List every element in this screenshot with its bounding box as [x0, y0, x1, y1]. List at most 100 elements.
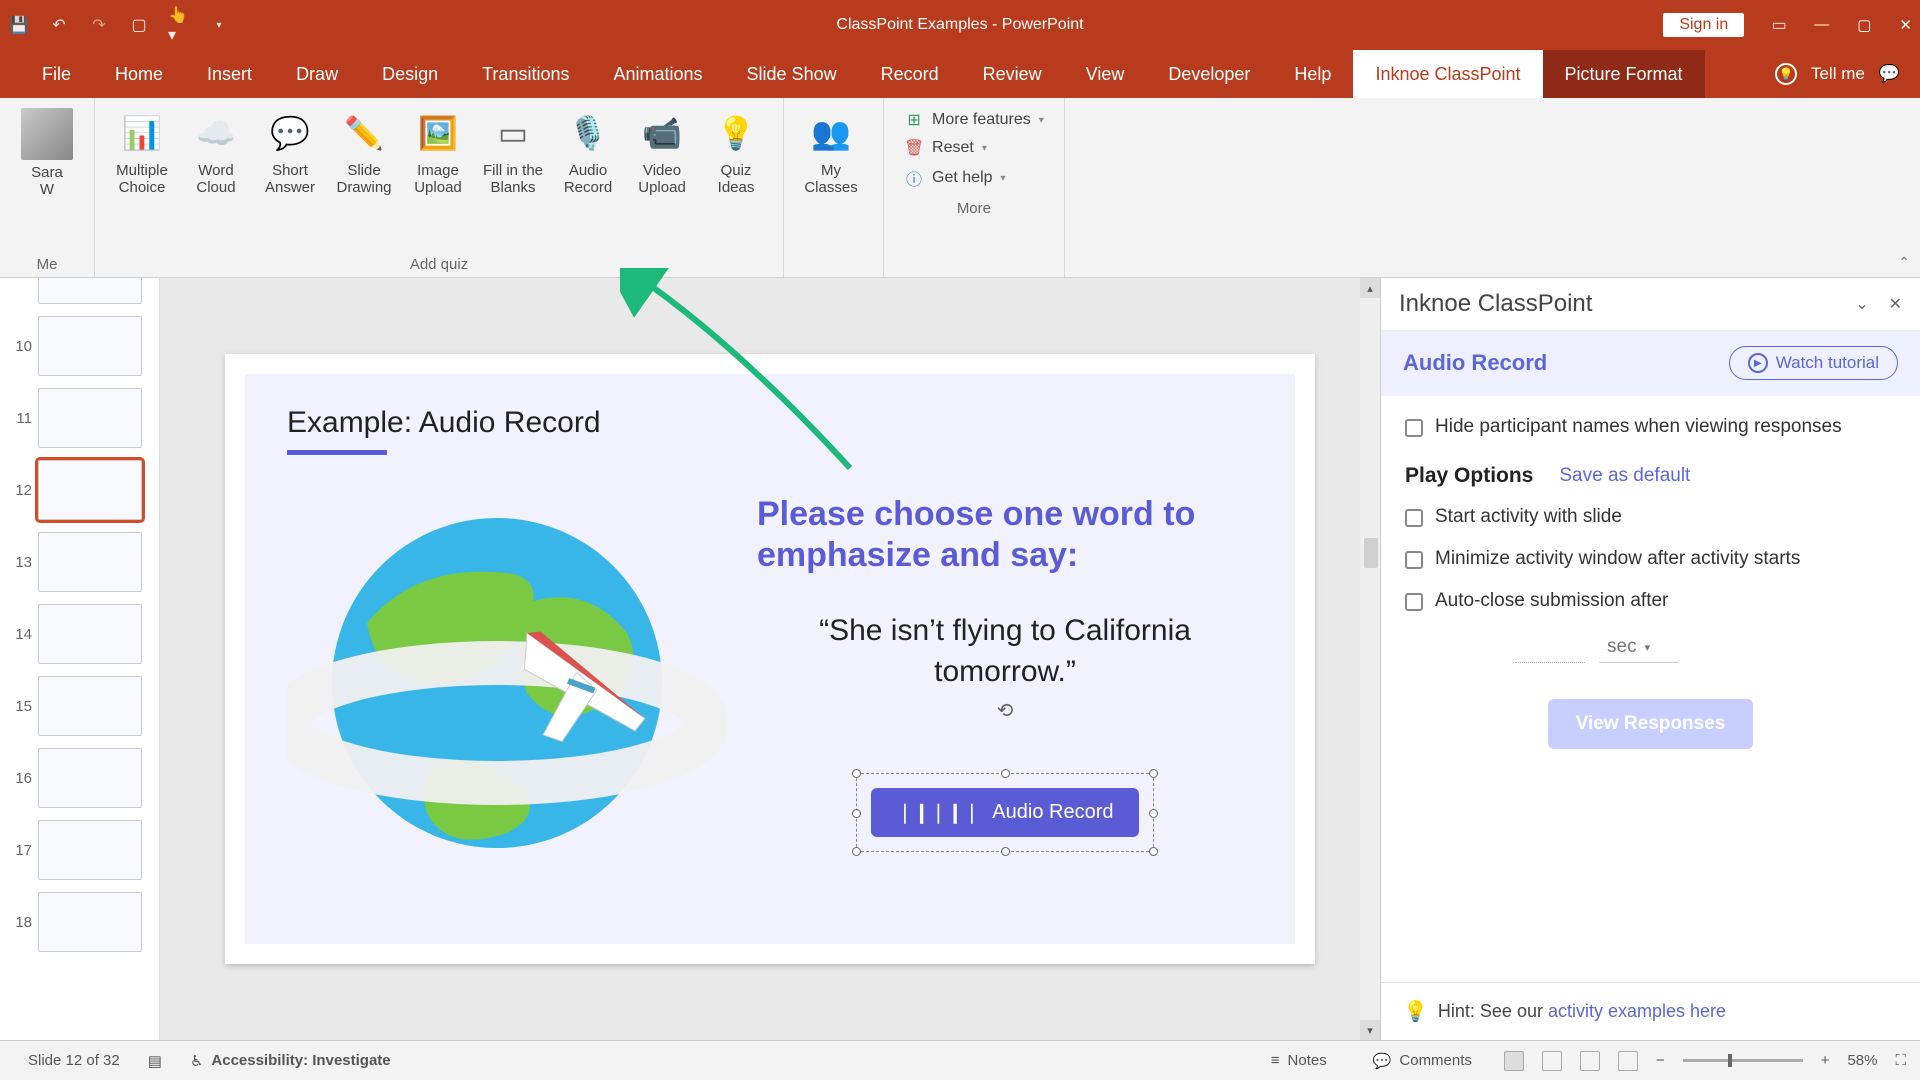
- selection-handle[interactable]: [852, 809, 861, 818]
- autoclose-unit-select[interactable]: sec ▾: [1599, 632, 1679, 663]
- undo-icon[interactable]: ↶: [48, 14, 70, 36]
- more-features-button[interactable]: ⊞More features▾: [904, 110, 1044, 130]
- slide-thumbnail[interactable]: [38, 316, 142, 376]
- selection-handle[interactable]: [1001, 769, 1010, 778]
- selection-handle[interactable]: [1149, 847, 1158, 856]
- ribbon-display-icon[interactable]: ▭: [1768, 14, 1790, 36]
- slide-thumbnail[interactable]: [38, 388, 142, 448]
- tab-picture-format[interactable]: Picture Format: [1543, 50, 1705, 98]
- watch-tutorial-button[interactable]: ▶ Watch tutorial: [1729, 346, 1898, 380]
- tab-draw[interactable]: Draw: [274, 50, 360, 98]
- slideshow-view-icon[interactable]: [1618, 1051, 1638, 1071]
- comments-button[interactable]: 💬Comments: [1359, 1052, 1486, 1070]
- tab-record[interactable]: Record: [859, 50, 961, 98]
- slide-thumbnail[interactable]: [38, 532, 142, 592]
- sign-in-button[interactable]: Sign in: [1663, 13, 1744, 37]
- language-icon[interactable]: ▤: [134, 1052, 176, 1070]
- fit-to-window-icon[interactable]: ⛶: [1895, 1052, 1906, 1069]
- video-upload-button[interactable]: 📹Video Upload: [627, 104, 697, 252]
- get-help-button[interactable]: ⓘGet help▾: [904, 166, 1044, 190]
- tab-developer[interactable]: Developer: [1146, 50, 1272, 98]
- tab-animations[interactable]: Animations: [591, 50, 724, 98]
- scroll-thumb[interactable]: [1364, 538, 1378, 568]
- zoom-in-button[interactable]: +: [1821, 1052, 1830, 1069]
- slide-thumbnail[interactable]: [38, 604, 142, 664]
- tab-slideshow[interactable]: Slide Show: [725, 50, 859, 98]
- vertical-scrollbar[interactable]: ▴ ▾: [1360, 278, 1380, 1040]
- reading-view-icon[interactable]: [1580, 1051, 1600, 1071]
- sorter-view-icon[interactable]: [1542, 1051, 1562, 1071]
- fill-blanks-button[interactable]: ▭Fill in the Blanks: [477, 104, 549, 252]
- multiple-choice-button[interactable]: 📊Multiple Choice: [107, 104, 177, 252]
- close-icon[interactable]: ✕: [1899, 16, 1912, 34]
- tab-inknoe-classpoint[interactable]: Inknoe ClassPoint: [1353, 50, 1542, 98]
- group-label-addquiz: Add quiz: [107, 252, 771, 273]
- qat-more-icon[interactable]: ▾: [208, 14, 230, 36]
- maximize-icon[interactable]: ▢: [1857, 16, 1871, 34]
- selection-handle[interactable]: [1149, 769, 1158, 778]
- checkbox-hide-names[interactable]: [1405, 419, 1423, 437]
- tab-help[interactable]: Help: [1272, 50, 1353, 98]
- panel-dropdown-icon[interactable]: ⌄: [1855, 294, 1868, 314]
- slide-drawing-button[interactable]: ✏️Slide Drawing: [329, 104, 399, 252]
- slide-thumbnail[interactable]: [38, 748, 142, 808]
- slide-thumbnail[interactable]: [38, 278, 142, 304]
- fill-blanks-icon: ▭: [488, 108, 538, 158]
- chevron-down-icon: ▾: [1001, 173, 1006, 184]
- audio-record-widget[interactable]: ❘❙❘❙❘ Audio Record: [856, 773, 1155, 852]
- present-icon[interactable]: ▢: [128, 14, 150, 36]
- comments-pane-icon[interactable]: 💬: [1879, 64, 1900, 84]
- accessibility-status[interactable]: ♿︎ Accessibility: Investigate: [176, 1052, 405, 1070]
- image-upload-button[interactable]: 🖼️Image Upload: [403, 104, 473, 252]
- tab-review[interactable]: Review: [961, 50, 1064, 98]
- collapse-ribbon-icon[interactable]: ⌃: [1898, 254, 1910, 271]
- minimize-icon[interactable]: —: [1814, 16, 1829, 34]
- play-icon: ▶: [1748, 353, 1768, 373]
- save-as-default-link[interactable]: Save as default: [1559, 465, 1690, 487]
- selection-handle[interactable]: [852, 847, 861, 856]
- short-answer-button[interactable]: 💬Short Answer: [255, 104, 325, 252]
- tab-transitions[interactable]: Transitions: [460, 50, 591, 98]
- word-cloud-icon: ☁️: [191, 108, 241, 158]
- touch-mode-icon[interactable]: 👆▾: [168, 14, 190, 36]
- reset-button[interactable]: 🗑Reset▾: [904, 138, 1044, 158]
- audio-record-button[interactable]: 🎙️Audio Record: [553, 104, 623, 252]
- me-profile-button[interactable]: Sara W: [12, 104, 82, 252]
- tab-view[interactable]: View: [1064, 50, 1147, 98]
- zoom-out-button[interactable]: −: [1656, 1052, 1665, 1069]
- slide-thumbnail[interactable]: [38, 892, 142, 952]
- slide-thumbnail[interactable]: [38, 460, 142, 520]
- selection-handle[interactable]: [1001, 847, 1010, 856]
- zoom-slider[interactable]: [1683, 1059, 1803, 1062]
- scroll-down-icon[interactable]: ▾: [1360, 1020, 1380, 1040]
- activity-examples-link[interactable]: activity examples here: [1548, 1001, 1726, 1021]
- panel-close-icon[interactable]: ✕: [1889, 294, 1902, 314]
- scroll-up-icon[interactable]: ▴: [1360, 278, 1380, 298]
- slide-drawing-icon: ✏️: [339, 108, 389, 158]
- save-icon[interactable]: 💾: [8, 14, 30, 36]
- slide-thumbnails: 101112131415161718: [0, 278, 160, 1040]
- view-responses-button[interactable]: View Responses: [1548, 699, 1754, 749]
- checkbox-autoclose[interactable]: [1405, 593, 1423, 611]
- selection-handle[interactable]: [1149, 809, 1158, 818]
- tab-insert[interactable]: Insert: [185, 50, 274, 98]
- tab-home[interactable]: Home: [93, 50, 185, 98]
- tell-me-search[interactable]: Tell me: [1811, 64, 1865, 84]
- slide-thumbnail[interactable]: [38, 676, 142, 736]
- redo-icon[interactable]: ↷: [88, 14, 110, 36]
- checkbox-minimize[interactable]: [1405, 551, 1423, 569]
- image-upload-icon: 🖼️: [413, 108, 463, 158]
- slide-thumbnail[interactable]: [38, 820, 142, 880]
- quiz-ideas-button[interactable]: 💡Quiz Ideas: [701, 104, 771, 252]
- autoclose-seconds-input[interactable]: [1515, 632, 1585, 663]
- my-classes-button[interactable]: 👥 My Classes: [796, 104, 866, 252]
- tab-file[interactable]: File: [20, 50, 93, 98]
- notes-button[interactable]: ≡Notes: [1257, 1052, 1341, 1069]
- word-cloud-button[interactable]: ☁️Word Cloud: [181, 104, 251, 252]
- normal-view-icon[interactable]: [1504, 1051, 1524, 1071]
- tab-design[interactable]: Design: [360, 50, 460, 98]
- selection-handle[interactable]: [852, 769, 861, 778]
- rotate-handle-icon[interactable]: ⟲: [997, 698, 1014, 723]
- checkbox-start-with-slide[interactable]: [1405, 509, 1423, 527]
- slide[interactable]: Example: Audio Record: [225, 354, 1315, 964]
